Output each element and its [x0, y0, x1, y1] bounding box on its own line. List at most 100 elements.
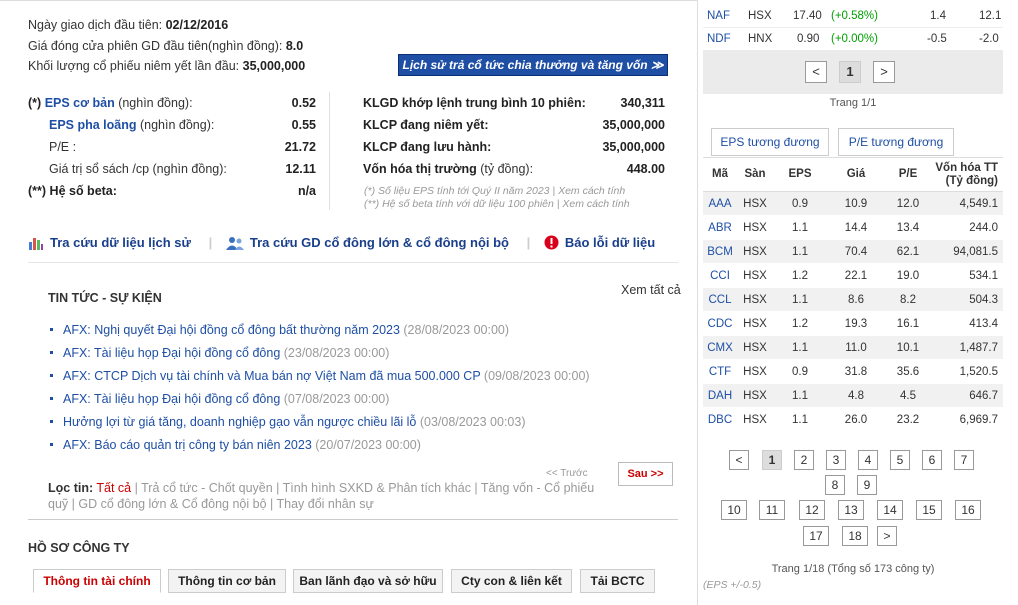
eps-diluted-link[interactable]: EPS pha loãng: [49, 118, 137, 132]
news-prev-button[interactable]: << Trước: [546, 468, 588, 479]
tab-management[interactable]: Ban lãnh đạo và sở hữu: [293, 569, 443, 593]
peer-page-12[interactable]: 12: [799, 500, 825, 520]
filter-all[interactable]: Tất cả: [96, 481, 131, 495]
table-cell: 413.4: [931, 311, 1003, 336]
beta-note[interactable]: (**) Hệ số beta tính với dữ liệu 100 phi…: [364, 198, 630, 211]
table-cell: HSX: [737, 263, 773, 288]
see-all-link[interactable]: Xem tất cả: [621, 283, 681, 297]
peer-page-10[interactable]: 10: [721, 500, 747, 520]
table-cell: 4.8: [827, 383, 885, 408]
table-cell: 1.1: [773, 335, 827, 360]
stock-code-link[interactable]: ABR: [703, 215, 737, 240]
watch-next-button[interactable]: >: [873, 61, 895, 83]
alert-icon: [544, 235, 559, 250]
table-row[interactable]: NDF HNX 0.90 (+0.00%) -0.5 -2.0: [703, 28, 1003, 51]
table-cell: HSX: [737, 287, 773, 312]
table-cell: 244.0: [931, 215, 1003, 240]
tab-pe-equivalent[interactable]: P/E tương đương: [838, 128, 954, 156]
metric-outstanding-shares: KLCP đang lưu hành: 35,000,000: [363, 140, 665, 154]
eps-note[interactable]: (*) Số liệu EPS tính tới Quý II năm 2023…: [364, 185, 630, 198]
table-cell: 62.1: [885, 239, 931, 264]
table-cell: 1,520.5: [931, 359, 1003, 384]
peer-page-15[interactable]: 15: [916, 500, 942, 520]
bullet-icon: [50, 420, 53, 423]
table-cell: 1.2: [773, 263, 827, 288]
list-item[interactable]: AFX: Báo cáo quản trị công ty bán niên 2…: [50, 435, 590, 458]
peer-page-text: Trang 1/18 (Tổng số 173 công ty): [771, 563, 935, 575]
peer-page-17[interactable]: 17: [803, 526, 829, 546]
stock-code-link[interactable]: BCM: [703, 239, 737, 264]
stock-code-link[interactable]: CDC: [703, 311, 737, 336]
table-row[interactable]: AAA HSX 0.9 10.9 12.0 4,549.1: [703, 191, 1003, 216]
peer-page-2[interactable]: 2: [794, 450, 814, 470]
tab-subsidiaries[interactable]: Cty con & liên kết: [451, 569, 572, 593]
tab-download-reports[interactable]: Tải BCTC: [580, 569, 655, 593]
stock-code-link[interactable]: CCL: [703, 287, 737, 312]
stock-code-link[interactable]: AAA: [703, 191, 737, 216]
watch-page-current[interactable]: 1: [839, 61, 861, 83]
news-next-button[interactable]: Sau >>: [618, 462, 673, 486]
stock-code-link[interactable]: CCI: [703, 263, 737, 288]
insider-trading-link[interactable]: Tra cứu GD cổ đông lớn & cổ đông nội bộ: [225, 235, 513, 250]
list-item[interactable]: Hưởng lợi từ giá tăng, doanh nghiệp gạo …: [50, 412, 590, 435]
metric-eps-diluted: EPS pha loãng (nghìn đồng): 0.55: [49, 118, 316, 132]
dividend-history-button[interactable]: Lịch sử trả cổ tức chia thưởng và tăng v…: [398, 54, 668, 76]
peer-table-body: AAA HSX 0.9 10.9 12.0 4,549.1 ABR HSX 1.1 14.4 13.…: [703, 191, 1003, 432]
history-link[interactable]: Tra cứu dữ liệu lịch sử: [28, 235, 195, 250]
peer-page-16[interactable]: 16: [955, 500, 981, 520]
table-cell: 0.9: [773, 359, 827, 384]
table-row[interactable]: CDC HSX 1.2 19.3 16.1 413.4: [703, 311, 1003, 336]
table-cell: 4,549.1: [931, 191, 1003, 216]
stock-code-link[interactable]: DAH: [703, 383, 737, 408]
peer-page-8[interactable]: 8: [825, 475, 845, 495]
table-row[interactable]: DAH HSX 1.1 4.8 4.5 646.7: [703, 383, 1003, 408]
list-item[interactable]: AFX: Tài liệu họp Đại hội đồng cổ đông (…: [50, 389, 590, 412]
peer-page-14[interactable]: 14: [877, 500, 903, 520]
watch-page-text: Trang 1/1: [829, 97, 877, 109]
stock-code-link[interactable]: CMX: [703, 335, 737, 360]
metrics-divider: [329, 92, 330, 210]
tab-basic-info[interactable]: Thông tin cơ bản: [168, 569, 286, 593]
list-item[interactable]: AFX: Tài liệu họp Đại hội đồng cổ đông (…: [50, 343, 590, 366]
table-cell: 8.2: [885, 287, 931, 312]
peer-next-button[interactable]: >: [877, 526, 897, 546]
peer-page-5[interactable]: 5: [890, 450, 910, 470]
watch-prev-button[interactable]: <: [805, 61, 827, 83]
table-row[interactable]: BCM HSX 1.1 70.4 62.1 94,081.5: [703, 239, 1003, 264]
report-error-link[interactable]: Báo lỗi dữ liệu: [544, 235, 655, 250]
peer-page-1[interactable]: 1: [762, 450, 782, 470]
table-row[interactable]: CTF HSX 0.9 31.8 35.6 1,520.5: [703, 359, 1003, 384]
peer-page-7[interactable]: 7: [954, 450, 974, 470]
table-row[interactable]: ABR HSX 1.1 14.4 13.4 244.0: [703, 215, 1003, 240]
table-cell: 1.1: [773, 215, 827, 240]
metric-avg-volume: KLGD khớp lệnh trung bình 10 phiên: 340,3…: [363, 96, 665, 110]
table-row[interactable]: CCI HSX 1.2 22.1 19.0 534.1: [703, 263, 1003, 288]
table-cell: 504.3: [931, 287, 1003, 312]
table-cell: 70.4: [827, 239, 885, 264]
first-close-label: Giá đóng cửa phiên GD đầu tiên(nghìn đồn…: [28, 38, 283, 53]
table-row[interactable]: NAF HSX 17.40 (+0.58%) 1.4 12.1: [703, 5, 1003, 28]
table-row[interactable]: DBC HSX 1.1 26.0 23.2 6,969.7: [703, 407, 1003, 432]
table-cell: 1.1: [773, 239, 827, 264]
list-item[interactable]: AFX: CTCP Dịch vụ tài chính và Mua bán n…: [50, 366, 590, 389]
table-row[interactable]: CCL HSX 1.1 8.6 8.2 504.3: [703, 287, 1003, 312]
table-cell: 1.1: [773, 407, 827, 432]
eps-basic-link[interactable]: EPS cơ bản: [45, 96, 115, 110]
first-trade-label: Ngày giao dịch đầu tiên:: [28, 18, 163, 32]
tab-eps-equivalent[interactable]: EPS tương đương: [711, 128, 829, 156]
table-cell: 4.5: [885, 383, 931, 408]
peer-page-4[interactable]: 4: [858, 450, 878, 470]
peer-page-13[interactable]: 13: [838, 500, 864, 520]
list-item[interactable]: AFX: Nghị quyết Đại hội đồng cổ đông bất…: [50, 320, 590, 343]
table-cell: 1,487.7: [931, 335, 1003, 360]
peer-page-3[interactable]: 3: [826, 450, 846, 470]
stock-code-link[interactable]: DBC: [703, 407, 737, 432]
peer-page-18[interactable]: 18: [842, 526, 868, 546]
tab-financial[interactable]: Thông tin tài chính: [33, 569, 161, 593]
peer-prev-button[interactable]: <: [729, 450, 749, 470]
peer-page-9[interactable]: 9: [857, 475, 877, 495]
peer-page-6[interactable]: 6: [922, 450, 942, 470]
peer-page-11[interactable]: 11: [759, 500, 785, 520]
table-row[interactable]: CMX HSX 1.1 11.0 10.1 1,487.7: [703, 335, 1003, 360]
stock-code-link[interactable]: CTF: [703, 359, 737, 384]
